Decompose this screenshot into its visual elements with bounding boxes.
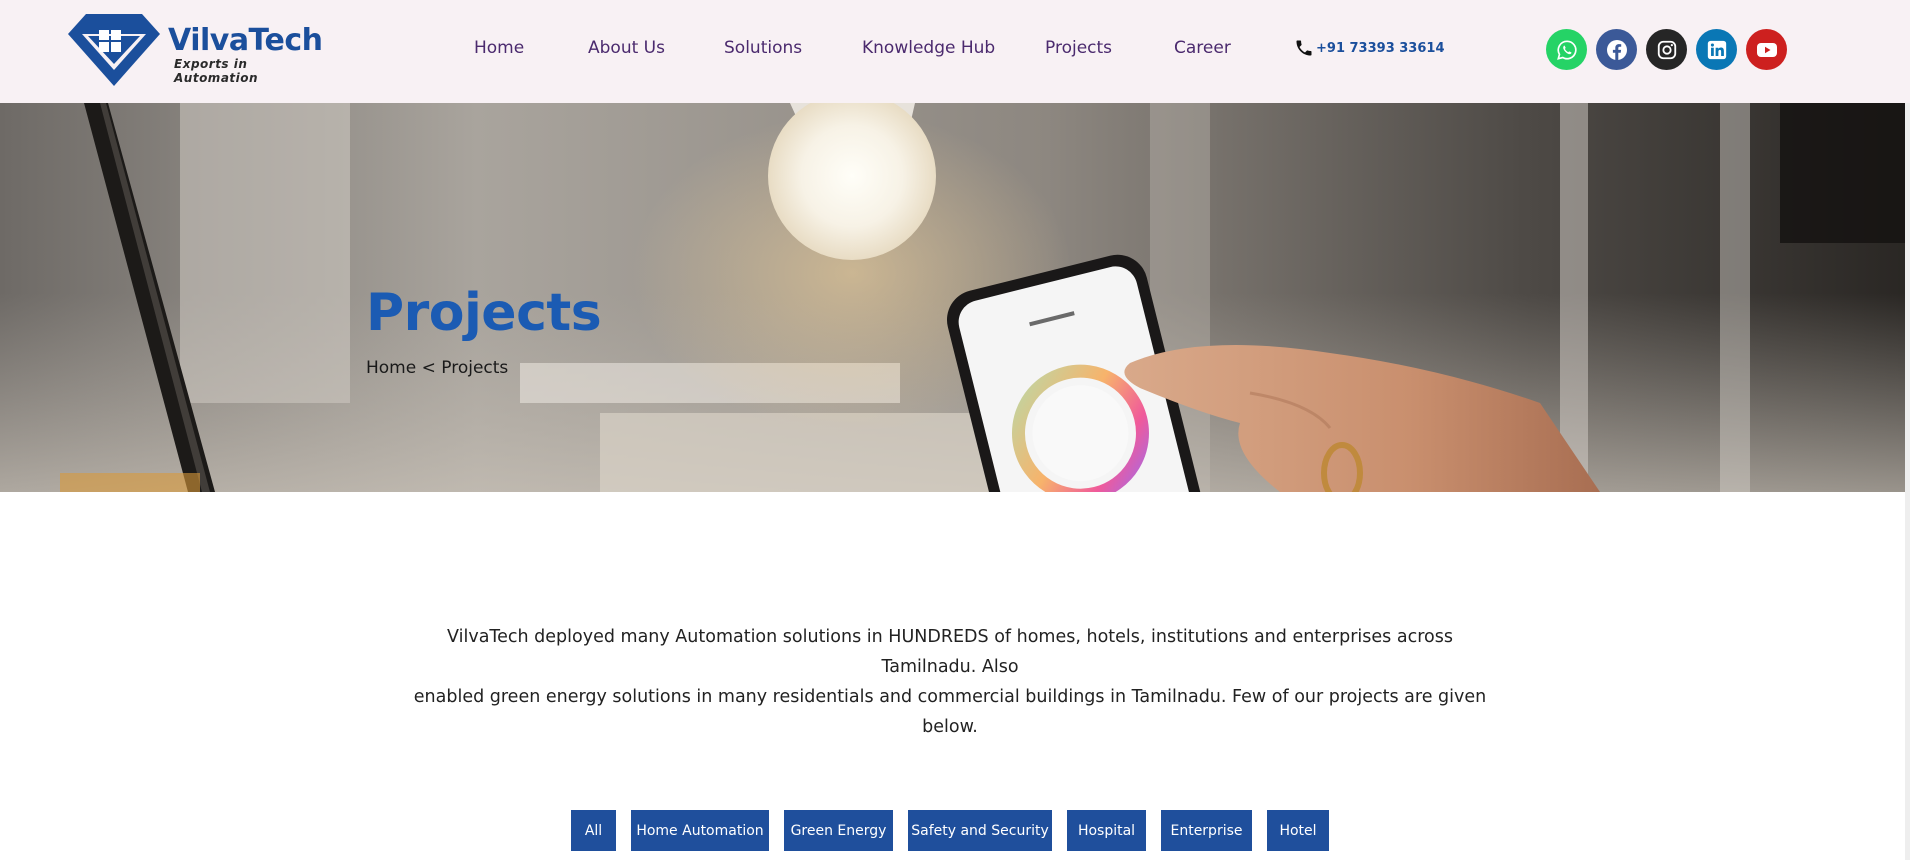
page-scrollbar-gutter xyxy=(1905,103,1910,860)
breadcrumb-home-link[interactable]: Home xyxy=(366,358,416,378)
nav-projects[interactable]: Projects xyxy=(1045,38,1112,58)
site-header: VilvaTech Exports in Automation Home Abo… xyxy=(0,0,1910,103)
phone-icon xyxy=(1296,40,1312,56)
phone-number: +91 73393 33614 xyxy=(1316,40,1445,56)
nav-solutions[interactable]: Solutions xyxy=(724,38,802,58)
facebook-button[interactable] xyxy=(1596,29,1637,70)
whatsapp-button[interactable] xyxy=(1546,29,1587,70)
breadcrumb-current: Projects xyxy=(441,358,509,378)
linkedin-icon xyxy=(1707,40,1726,59)
filter-all[interactable]: All xyxy=(571,810,616,851)
filter-home-automation[interactable]: Home Automation xyxy=(631,810,769,851)
phone-link[interactable]: +91 73393 33614 xyxy=(1294,38,1445,58)
filter-hotel[interactable]: Hotel xyxy=(1267,810,1329,851)
breadcrumb-separator: < xyxy=(421,358,436,378)
intro-line-1: VilvaTech deployed many Automation solut… xyxy=(447,627,1453,677)
filter-safety-and-security[interactable]: Safety and Security xyxy=(908,810,1052,851)
breadcrumb: Home < Projects xyxy=(366,358,508,378)
whatsapp-icon xyxy=(1556,39,1577,60)
page-title: Projects xyxy=(366,283,602,343)
filter-enterprise[interactable]: Enterprise xyxy=(1161,810,1252,851)
facebook-icon xyxy=(1606,39,1627,60)
instagram-button[interactable] xyxy=(1646,29,1687,70)
nav-career[interactable]: Career xyxy=(1174,38,1231,58)
brand-name: VilvaTech xyxy=(168,23,323,58)
house-logo-icon xyxy=(68,14,160,86)
nav-about-us[interactable]: About Us xyxy=(588,38,665,58)
intro-text: VilvaTech deployed many Automation solut… xyxy=(400,622,1500,742)
instagram-icon xyxy=(1657,40,1676,59)
brand-logo[interactable]: VilvaTech Exports in Automation xyxy=(68,12,328,88)
youtube-icon xyxy=(1756,42,1777,57)
nav-home[interactable]: Home xyxy=(474,38,524,58)
filter-green-energy[interactable]: Green Energy xyxy=(784,810,893,851)
filter-hospital[interactable]: Hospital xyxy=(1067,810,1146,851)
linkedin-button[interactable] xyxy=(1696,29,1737,70)
hero-banner: Projects Home < Projects xyxy=(0,103,1905,492)
intro-line-2: enabled green energy solutions in many r… xyxy=(413,687,1487,737)
brand-tagline: Exports in Automation xyxy=(174,57,259,85)
hero-background-image xyxy=(0,103,1905,492)
nav-knowledge-hub[interactable]: Knowledge Hub xyxy=(862,38,995,58)
youtube-button[interactable] xyxy=(1746,29,1787,70)
